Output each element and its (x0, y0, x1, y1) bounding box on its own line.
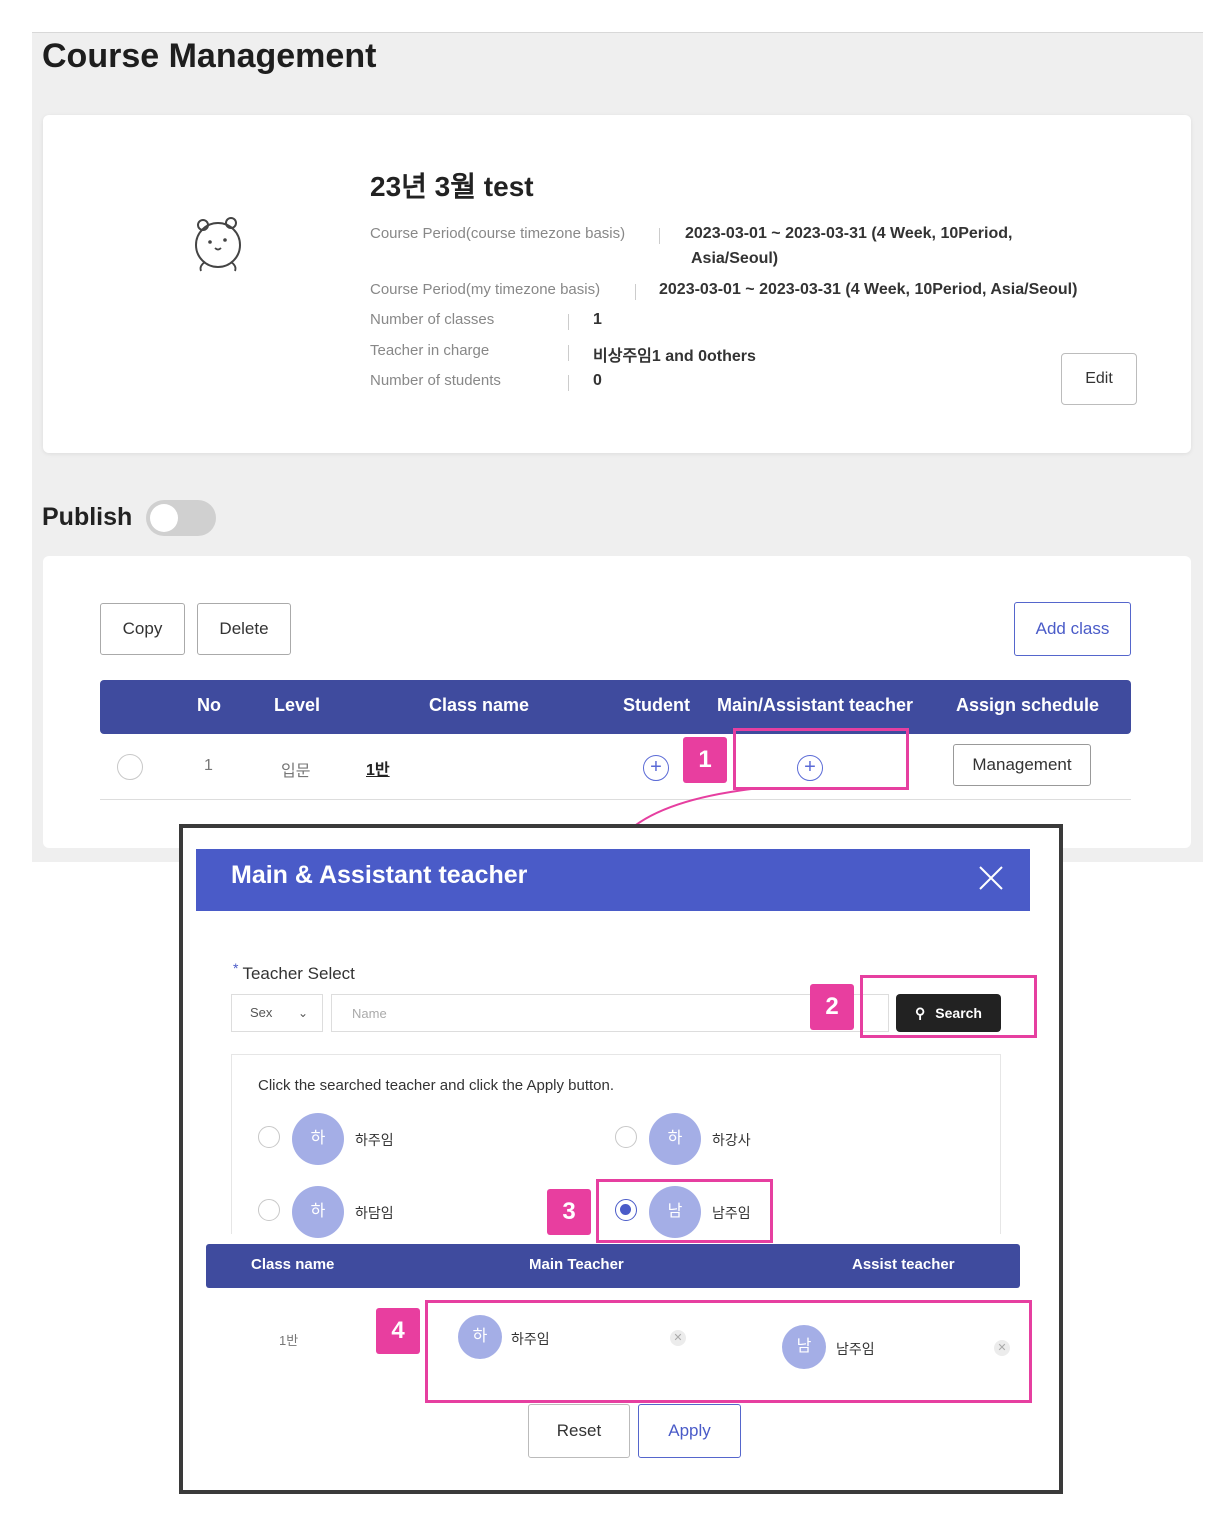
info-separator (635, 284, 636, 300)
column-header-schedule: Assign schedule (956, 695, 1100, 715)
info-label-my-period: Course Period(my timezone basis) (370, 281, 601, 298)
teacher-option[interactable]: 하 하담임 (258, 1186, 458, 1238)
teacher-option[interactable]: 하 하강사 (615, 1113, 815, 1165)
row-class-name-link[interactable]: 1반 (366, 756, 390, 780)
info-label-course-period: Course Period(course timezone basis) (370, 225, 626, 242)
assignment-table-header: Class name Main Teacher Assist teacher (206, 1244, 1020, 1288)
assignment-class-name: 1반 (279, 1333, 299, 1348)
teacher-radio[interactable] (258, 1126, 280, 1148)
course-info-card: 23년 3월 test Course Period(course timezon… (43, 115, 1191, 453)
course-name: 23년 3월 test (370, 171, 534, 202)
info-value-course-period: 2023-03-01 ~ 2023-03-31 (4 Week, 10Perio… (685, 225, 1013, 242)
teacher-name: 하담임 (355, 1205, 394, 1221)
info-label-students: Number of students (370, 372, 501, 389)
row-level: 입문 (281, 763, 311, 780)
add-student-icon[interactable]: + (643, 755, 669, 781)
row-select-radio[interactable] (117, 754, 143, 780)
avatar: 하 (292, 1113, 344, 1165)
info-separator (568, 345, 569, 361)
column-header-class-name: Class name (429, 695, 530, 715)
highlight-box-3 (596, 1179, 773, 1243)
publish-label: Publish (42, 503, 133, 531)
toggle-knob (150, 504, 178, 532)
teacher-radio[interactable] (615, 1126, 637, 1148)
step-marker-4: 4 (376, 1308, 420, 1354)
step-marker-2: 2 (810, 984, 854, 1030)
info-value-teacher: 비상주임1 and 0others (593, 348, 756, 365)
column-header-level: Level (274, 695, 321, 715)
result-hint: Click the searched teacher and click the… (258, 1077, 615, 1094)
teacher-name: 하강사 (712, 1132, 751, 1148)
info-separator (659, 228, 660, 244)
publish-toggle[interactable] (146, 500, 216, 536)
sex-select-value: Sex (250, 1005, 273, 1020)
teacher-radio[interactable] (258, 1199, 280, 1221)
column-header-teacher: Main/Assistant teacher (717, 695, 914, 715)
info-value-my-period: 2023-03-01 ~ 2023-03-31 (4 Week, 10Perio… (659, 281, 1078, 298)
required-mark: * (233, 960, 239, 976)
reset-button[interactable]: Reset (528, 1404, 630, 1458)
avatar: 하 (649, 1113, 701, 1165)
info-value-classes: 1 (593, 311, 602, 328)
highlight-box-2 (860, 975, 1037, 1038)
add-class-button[interactable]: Add class (1014, 602, 1131, 656)
step-marker-3: 3 (547, 1189, 591, 1235)
chevron-down-icon: ⌄ (297, 1006, 308, 1020)
edit-button[interactable]: Edit (1061, 353, 1137, 405)
column-header-main-teacher: Main Teacher (529, 1256, 624, 1273)
column-header-class-name: Class name (251, 1256, 335, 1273)
sex-select[interactable]: Sex ⌄ (231, 994, 323, 1032)
column-header-assist-teacher: Assist teacher (852, 1256, 955, 1273)
class-table-header: No Level Class name Student Main/Assista… (100, 680, 1131, 734)
mascot-icon (195, 217, 241, 272)
course-management-page: Course Management 23년 3월 test Course Per… (32, 32, 1203, 862)
management-button[interactable]: Management (953, 744, 1091, 786)
row-no: 1 (204, 757, 213, 774)
delete-button[interactable]: Delete (197, 603, 291, 655)
teacher-name: 하주임 (355, 1132, 394, 1148)
apply-button[interactable]: Apply (638, 1404, 741, 1458)
info-value-course-period-cont: Asia/Seoul) (691, 250, 779, 267)
info-label-classes: Number of classes (370, 311, 495, 328)
teacher-select-text: Teacher Select (242, 964, 355, 983)
modal-title: Main & Assistant teacher (231, 861, 528, 889)
page-title: Course Management (42, 37, 377, 75)
info-separator (568, 375, 569, 391)
avatar: 하 (292, 1186, 344, 1238)
info-value-students: 0 (593, 372, 602, 389)
highlight-box-4 (425, 1300, 1032, 1403)
column-header-no: No (197, 695, 221, 715)
info-label-teacher: Teacher in charge (370, 342, 490, 359)
step-marker-1: 1 (683, 737, 727, 783)
info-separator (568, 314, 569, 330)
name-input[interactable] (331, 994, 889, 1032)
column-header-student: Student (623, 695, 690, 715)
copy-button[interactable]: Copy (100, 603, 185, 655)
teacher-select-label: * Teacher Select (233, 960, 355, 984)
modal-header: Main & Assistant teacher (196, 849, 1030, 911)
teacher-option[interactable]: 하 하주임 (258, 1113, 458, 1165)
close-icon[interactable] (976, 863, 1006, 893)
